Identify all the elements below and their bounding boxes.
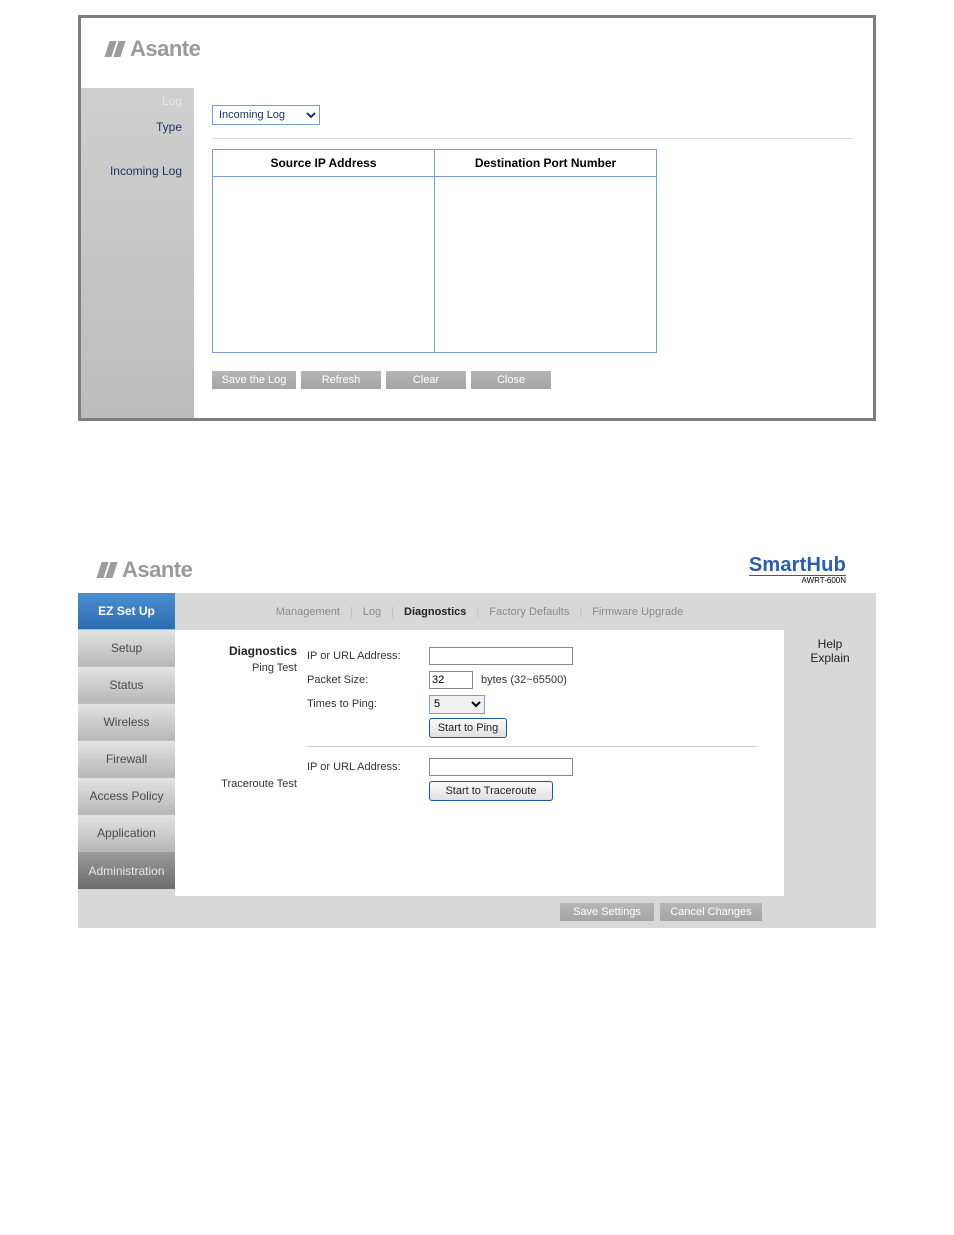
- cell-dest-port: [435, 177, 657, 353]
- explain-link[interactable]: Explain: [784, 651, 876, 665]
- col-source-ip: Source IP Address: [213, 150, 435, 177]
- cell-source-ip: [213, 177, 435, 353]
- brand: Asante: [98, 557, 192, 583]
- product-model: AWRT-600N: [749, 577, 846, 585]
- save-settings-button[interactable]: Save Settings: [560, 903, 654, 921]
- start-trace-row: Start to Traceroute: [307, 779, 784, 803]
- close-button[interactable]: Close: [471, 371, 551, 389]
- ping-ip-input[interactable]: [429, 647, 573, 665]
- popup-sidebar: Log Type Incoming Log: [81, 88, 194, 418]
- trace-ip-row: IP or URL Address:: [307, 755, 784, 779]
- start-ping-button[interactable]: Start to Ping: [429, 718, 507, 738]
- topbar: Asante SmartHub AWRT-600N: [78, 543, 876, 593]
- log-button-row: Save the Log Refresh Clear Close: [212, 371, 853, 389]
- nav-access-policy[interactable]: Access Policy: [78, 778, 175, 815]
- help-link[interactable]: Help: [784, 637, 876, 651]
- sidebar-incoming-label: Incoming Log: [81, 146, 194, 178]
- product-brand: SmartHub AWRT-600N: [749, 555, 868, 585]
- clear-button[interactable]: Clear: [386, 371, 466, 389]
- footer: Save Settings Cancel Changes: [78, 896, 876, 928]
- divider: [212, 138, 853, 139]
- subnav: Management | Log | Diagnostics | Factory…: [175, 593, 784, 630]
- content-white: Diagnostics Ping Test Traceroute Test IP…: [175, 630, 784, 896]
- col-dest-port: Destination Port Number: [435, 150, 657, 177]
- brand: Asante: [106, 36, 873, 62]
- table-row: [213, 177, 657, 353]
- type-row: Incoming Log: [212, 98, 853, 132]
- log-popup-frame: Asante Log Type Incoming Log Incoming Lo…: [78, 15, 876, 421]
- times-to-ping-row: Times to Ping: 5: [307, 692, 784, 716]
- refresh-button[interactable]: Refresh: [301, 371, 381, 389]
- log-table: Source IP Address Destination Port Numbe…: [212, 149, 657, 353]
- divider: |: [391, 606, 394, 618]
- brand-name: Asante: [122, 557, 192, 583]
- popup-main: Incoming Log Source IP Address Destinati…: [194, 88, 873, 418]
- help-column: Help Explain: [784, 593, 876, 896]
- traceroute-test-label: Traceroute Test: [175, 778, 297, 790]
- form-col: IP or URL Address: Packet Size: bytes (3…: [303, 644, 784, 896]
- ping-ip-row: IP or URL Address:: [307, 644, 784, 668]
- product-name: SmartHub: [749, 555, 846, 576]
- times-to-ping-label: Times to Ping:: [307, 698, 429, 710]
- center-wrap: Management | Log | Diagnostics | Factory…: [175, 593, 876, 896]
- save-log-button[interactable]: Save the Log: [212, 371, 296, 389]
- times-to-ping-select[interactable]: 5: [429, 695, 485, 714]
- nav-setup[interactable]: Setup: [78, 630, 175, 667]
- nav-ez-setup[interactable]: EZ Set Up: [78, 593, 175, 630]
- popup-body: Log Type Incoming Log Incoming Log Sourc…: [81, 88, 873, 418]
- asante-logo-icon: [98, 561, 116, 579]
- nav-wireless[interactable]: Wireless: [78, 704, 175, 741]
- section-divider: [307, 746, 757, 747]
- packet-size-row: Packet Size: bytes (32~65500): [307, 668, 784, 692]
- label-col: Diagnostics Ping Test Traceroute Test: [175, 644, 303, 896]
- divider: |: [579, 606, 582, 618]
- nav-firewall[interactable]: Firewall: [78, 741, 175, 778]
- packet-size-input[interactable]: [429, 671, 473, 689]
- cancel-changes-button[interactable]: Cancel Changes: [660, 903, 762, 921]
- sidebar-section-title: Log: [81, 88, 194, 112]
- log-popup: Asante Log Type Incoming Log Incoming Lo…: [78, 15, 876, 421]
- ping-ip-label: IP or URL Address:: [307, 650, 429, 662]
- ping-test-label: Ping Test: [175, 662, 297, 674]
- brand-name: Asante: [130, 36, 200, 62]
- diagnostics-page: Asante SmartHub AWRT-600N EZ Set Up Setu…: [78, 543, 876, 928]
- subnav-management[interactable]: Management: [276, 606, 340, 618]
- center: Management | Log | Diagnostics | Factory…: [175, 593, 784, 896]
- asante-logo-icon: [106, 40, 124, 58]
- nav-administration[interactable]: Administration: [78, 852, 175, 889]
- divider: |: [350, 606, 353, 618]
- sidebar-type-label: Type: [81, 112, 194, 146]
- left-nav: EZ Set Up Setup Status Wireless Firewall…: [78, 593, 175, 896]
- page-body: EZ Set Up Setup Status Wireless Firewall…: [78, 593, 876, 896]
- diagnostics-heading: Diagnostics: [175, 644, 297, 658]
- log-type-select[interactable]: Incoming Log: [212, 105, 320, 125]
- popup-header: Asante: [81, 18, 873, 88]
- divider: |: [476, 606, 479, 618]
- packet-size-label: Packet Size:: [307, 674, 429, 686]
- subnav-log[interactable]: Log: [363, 606, 381, 618]
- subnav-diagnostics[interactable]: Diagnostics: [404, 606, 466, 618]
- packet-size-hint: bytes (32~65500): [481, 674, 567, 686]
- table-header-row: Source IP Address Destination Port Numbe…: [213, 150, 657, 177]
- traceroute-ip-input[interactable]: [429, 758, 573, 776]
- nav-status[interactable]: Status: [78, 667, 175, 704]
- trace-ip-label: IP or URL Address:: [307, 761, 429, 773]
- start-traceroute-button[interactable]: Start to Traceroute: [429, 781, 553, 801]
- start-ping-row: Start to Ping: [307, 716, 784, 740]
- subnav-firmware-upgrade[interactable]: Firmware Upgrade: [592, 606, 683, 618]
- subnav-factory-defaults[interactable]: Factory Defaults: [489, 606, 569, 618]
- nav-application[interactable]: Application: [78, 815, 175, 852]
